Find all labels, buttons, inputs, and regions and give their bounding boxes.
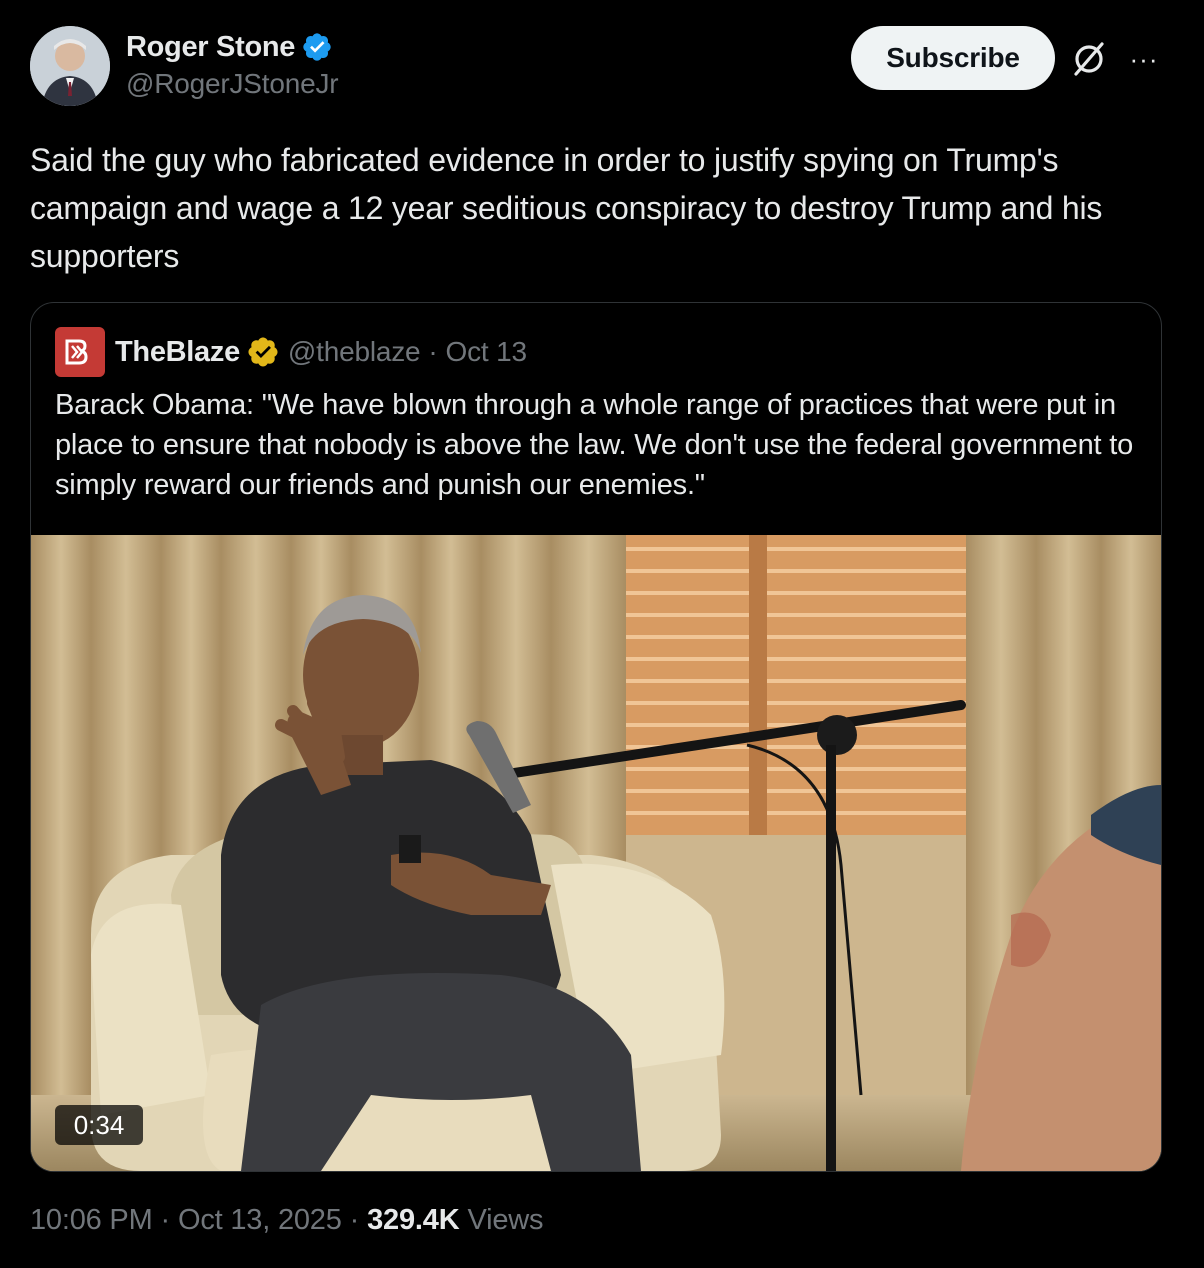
tweet-footer: 10:06 PM · Oct 13, 2025 · 329.4K Views: [30, 1204, 543, 1237]
views-label: Views: [467, 1204, 544, 1236]
quoted-tweet[interactable]: TheBlaze @theblaze · Oct 13 Barack Obama…: [30, 302, 1162, 1172]
quoted-date[interactable]: Oct 13: [446, 336, 527, 368]
quoted-separator: ·: [428, 336, 438, 367]
grok-icon[interactable]: [1070, 40, 1108, 78]
subscribe-button[interactable]: Subscribe: [851, 26, 1055, 90]
quoted-tweet-text: Barack Obama: "We have blown through a w…: [55, 389, 1134, 501]
theblaze-logo-icon[interactable]: [55, 327, 105, 377]
views-count: 329.4K: [367, 1204, 460, 1236]
quoted-handle[interactable]: @theblaze: [288, 336, 421, 368]
author-handle[interactable]: @RogerJStoneJr: [126, 68, 339, 100]
video-thumbnail: [31, 535, 1161, 1171]
author-names: Roger Stone @RogerJStoneJr: [126, 28, 339, 100]
video-player[interactable]: 0:34: [31, 535, 1161, 1171]
author-avatar[interactable]: [30, 26, 110, 106]
more-options-icon[interactable]: ···: [1124, 40, 1164, 78]
quoted-display-name[interactable]: TheBlaze: [115, 336, 240, 369]
tweet-header: Roger Stone @RogerJStoneJr Subscribe ···: [30, 26, 1174, 106]
post-date[interactable]: Oct 13, 2025: [178, 1204, 342, 1237]
footer-separator: ·: [160, 1204, 171, 1236]
gold-verified-badge-icon: [248, 337, 278, 367]
verified-badge-icon: [303, 33, 331, 61]
video-duration-badge: 0:34: [55, 1105, 143, 1145]
footer-separator: ·: [349, 1204, 360, 1236]
quoted-tweet-header: TheBlaze @theblaze · Oct 13: [55, 327, 527, 377]
tweet-text: Said the guy who fabricated evidence in …: [30, 142, 1103, 274]
post-time[interactable]: 10:06 PM: [30, 1204, 153, 1237]
author-display-name[interactable]: Roger Stone: [126, 31, 295, 64]
